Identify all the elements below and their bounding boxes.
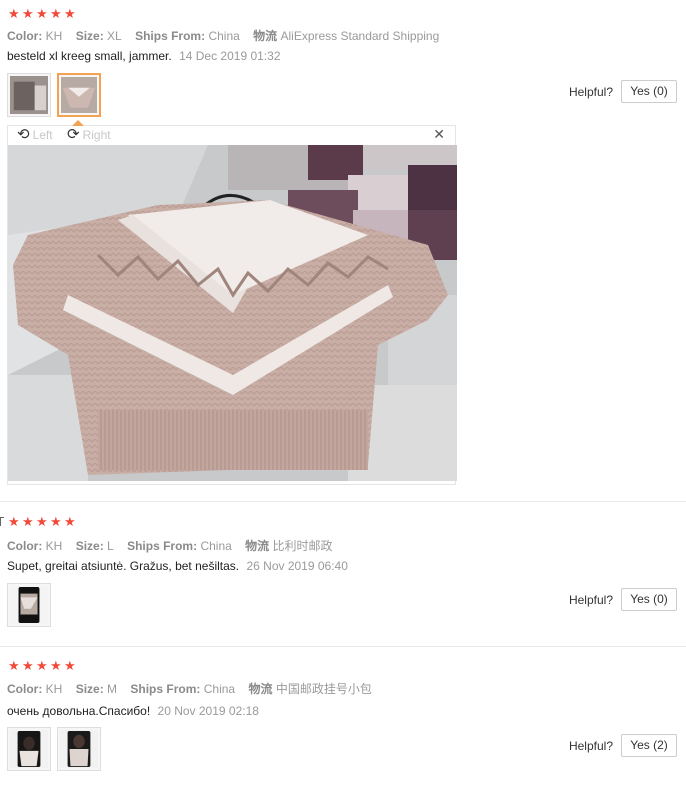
ships-from-label: Ships From: (127, 539, 198, 553)
helpful-yes-button[interactable]: Yes (0) (621, 80, 677, 103)
star-icon: ★ (50, 515, 62, 530)
logistics-label: 物流 (245, 539, 270, 553)
star-icon: ★ (50, 7, 62, 22)
color-label: Color: (7, 29, 43, 43)
photo-thumbnail[interactable] (7, 583, 51, 627)
comment-text: besteld xl kreeg small, jammer. (7, 49, 172, 63)
photo-thumbnail-image (61, 77, 97, 113)
review-item: ★ ★ ★ ★ ★ Color: KH Size: XL Ships From:… (0, 0, 686, 500)
rotate-right-icon: ⟳ (67, 125, 80, 143)
sku-info: Color: KH Size: XL Ships From: China 物流 … (7, 27, 449, 43)
photo-thumbnail-selected[interactable] (57, 73, 101, 117)
star-icon: ★ (22, 515, 34, 530)
ships-from-value: China (203, 682, 236, 696)
logistics-value: 比利时邮政 (272, 539, 333, 553)
star-icon: ★ (8, 7, 20, 22)
photo-thumbnail[interactable] (7, 727, 51, 771)
size-label: Size: (75, 539, 104, 553)
comment-text: очень довольна.Спасибо! (7, 704, 151, 718)
close-icon[interactable]: ✕ (433, 127, 445, 143)
photo-thumbnail[interactable] (7, 73, 51, 117)
star-icon: ★ (64, 7, 76, 22)
ships-from-label: Ships From: (135, 29, 206, 43)
star-icon: ★ (64, 659, 76, 674)
review-item: ★ ★ ★ ★ ★ Color: KH Size: M Ships From: … (0, 647, 686, 791)
review-comment: Supet, greitai atsiuntė. Gražus, bet neš… (7, 559, 348, 573)
edge-artifact (0, 517, 4, 526)
star-icon: ★ (22, 7, 34, 22)
logistics-value: 中国邮政挂号小包 (275, 682, 372, 696)
star-icon: ★ (22, 659, 34, 674)
enlarged-review-photo (8, 145, 457, 481)
size-label: Size: (75, 682, 104, 696)
color-value: KH (45, 539, 63, 553)
star-icon: ★ (50, 659, 62, 674)
photo-thumbnail-image (60, 730, 98, 768)
star-icon: ★ (8, 515, 20, 530)
logistics-label: 物流 (253, 29, 278, 43)
rating-stars: ★ ★ ★ ★ ★ (8, 660, 77, 674)
review-comment: очень довольна.Спасибо! 20 Nov 2019 02:1… (7, 704, 259, 718)
star-icon: ★ (64, 515, 76, 530)
review-date: 20 Nov 2019 02:18 (157, 704, 259, 718)
review-item: ★ ★ ★ ★ ★ Color: KH Size: L Ships From: … (0, 502, 686, 645)
rotate-left-icon: ⟲ (17, 125, 30, 143)
size-value: XL (107, 29, 122, 43)
photo-thumbnail-image (10, 730, 48, 768)
viewer-toolbar: ⟲ Left ⟳ Right ✕ (8, 126, 455, 144)
photo-thumbnail[interactable] (57, 727, 101, 771)
sweater-photo (8, 145, 457, 481)
review-date: 14 Dec 2019 01:32 (179, 49, 281, 63)
review-comment: besteld xl kreeg small, jammer. 14 Dec 2… (7, 49, 281, 63)
color-label: Color: (7, 682, 43, 696)
photo-thumbnail-image (10, 586, 48, 624)
helpful-label: Helpful? (568, 592, 613, 607)
helpful-yes-button[interactable]: Yes (2) (621, 734, 677, 757)
sku-info: Color: KH Size: M Ships From: China 物流 中… (7, 680, 382, 696)
helpful-yes-button[interactable]: Yes (0) (621, 588, 677, 611)
review-date: 26 Nov 2019 06:40 (246, 559, 348, 573)
color-value: KH (45, 29, 63, 43)
color-label: Color: (7, 539, 43, 553)
size-value: L (107, 539, 114, 553)
photo-viewer: ⟲ Left ⟳ Right ✕ (7, 120, 457, 485)
logistics-value: AliExpress Standard Shipping (280, 29, 440, 43)
review-photos (7, 583, 51, 627)
comment-text: Supet, greitai atsiuntė. Gražus, bet neš… (7, 559, 240, 573)
logistics-label: 物流 (248, 682, 273, 696)
review-photos (7, 73, 101, 117)
helpful-section: Helpful? Yes (0) (569, 80, 677, 103)
size-value: M (107, 682, 118, 696)
helpful-section: Helpful? Yes (2) (569, 734, 677, 757)
helpful-section: Helpful? Yes (0) (569, 588, 677, 611)
star-icon: ★ (36, 515, 48, 530)
star-icon: ★ (36, 7, 48, 22)
star-icon: ★ (8, 659, 20, 674)
rotate-left-label: Left (32, 127, 53, 142)
star-icon: ★ (36, 659, 48, 674)
color-value: KH (45, 682, 63, 696)
rating-stars: ★ ★ ★ ★ ★ (8, 8, 77, 22)
sku-info: Color: KH Size: L Ships From: China 物流 比… (7, 537, 343, 553)
photo-thumbnail-image (10, 76, 48, 114)
ships-from-label: Ships From: (130, 682, 201, 696)
ships-from-value: China (208, 29, 240, 43)
review-photos (7, 727, 101, 771)
ships-from-value: China (200, 539, 232, 553)
helpful-label: Helpful? (568, 738, 613, 753)
rotate-right-button[interactable]: ⟳ Right (67, 127, 111, 142)
rotate-right-label: Right (82, 127, 111, 142)
rating-stars: ★ ★ ★ ★ ★ (8, 516, 77, 530)
rotate-left-button[interactable]: ⟲ Left (17, 127, 53, 142)
size-label: Size: (75, 29, 104, 43)
helpful-label: Helpful? (568, 84, 613, 99)
